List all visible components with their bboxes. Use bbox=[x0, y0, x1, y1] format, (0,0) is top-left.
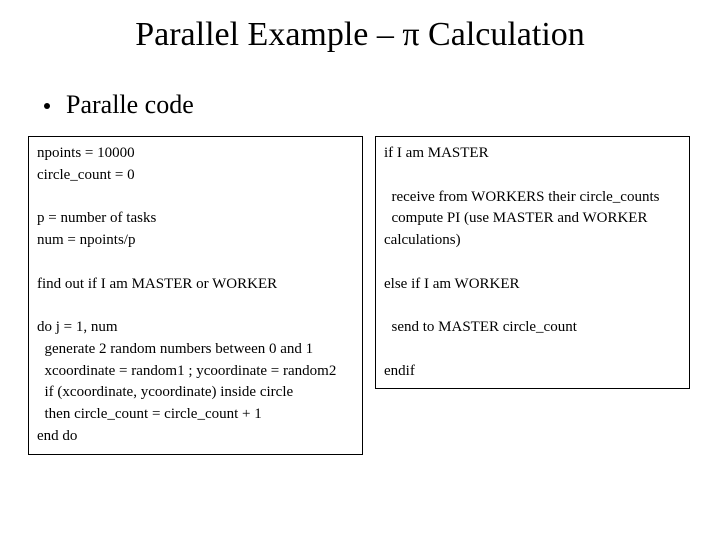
right-code-box: if I am MASTER receive from WORKERS thei… bbox=[375, 136, 690, 389]
left-code-box: npoints = 10000 circle_count = 0 p = num… bbox=[28, 136, 363, 455]
bullet-dot-icon bbox=[44, 103, 50, 109]
bullet-text: Paralle code bbox=[66, 90, 194, 120]
code-columns: npoints = 10000 circle_count = 0 p = num… bbox=[0, 120, 720, 455]
slide: Parallel Example – π Calculation Paralle… bbox=[0, 0, 720, 540]
slide-title: Parallel Example – π Calculation bbox=[0, 0, 720, 62]
bullet-item: Paralle code bbox=[0, 62, 720, 120]
